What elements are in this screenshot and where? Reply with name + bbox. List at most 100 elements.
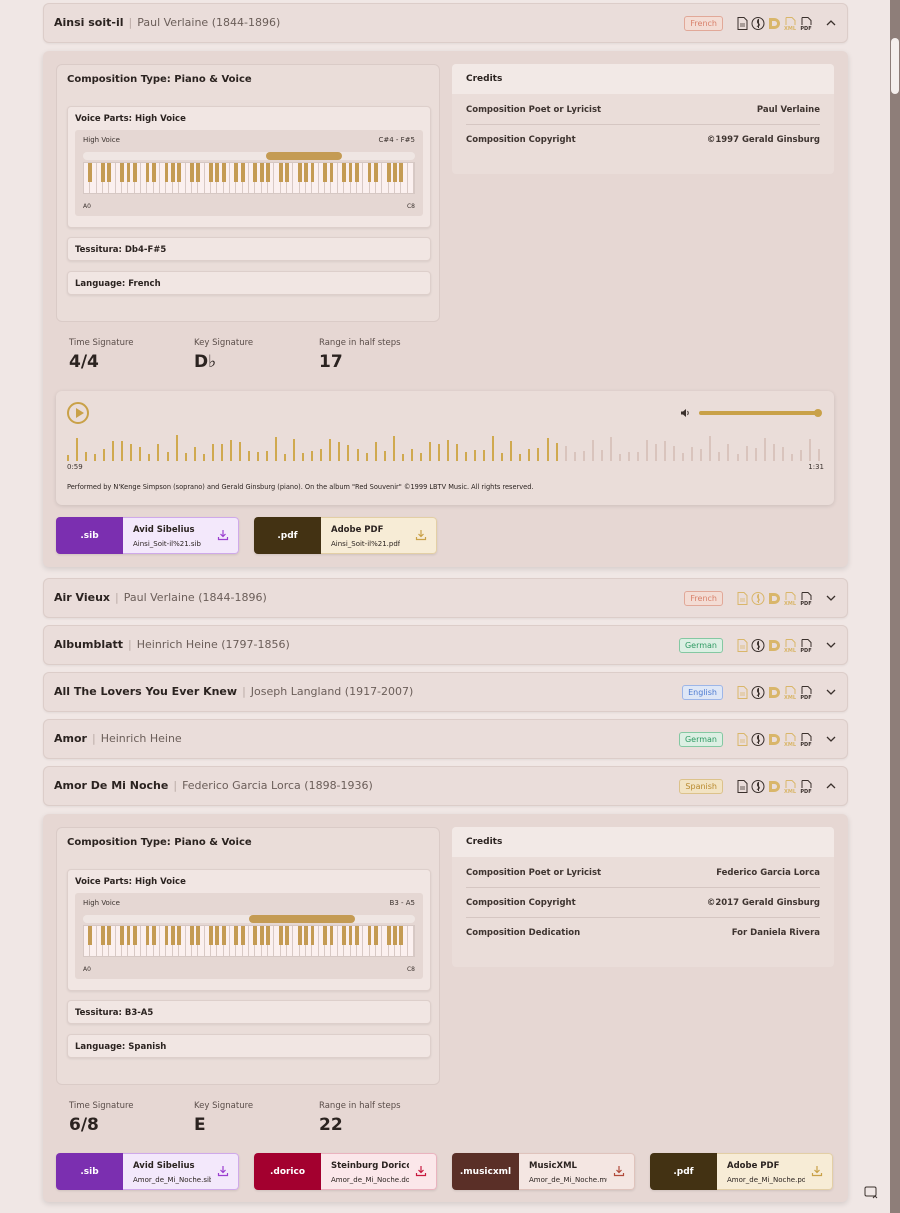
volume-slider[interactable] [699, 409, 822, 417]
black-key [297, 163, 302, 182]
dorico-icon[interactable] [767, 779, 781, 794]
credit-row: Composition Copyright ©2017 Gerald Ginsbu… [466, 888, 820, 918]
download-icon[interactable] [217, 529, 229, 541]
download-musicxml-button[interactable]: .musicxml MusicXML Amor_de_Mi_Noche.musicx… [452, 1153, 635, 1190]
scrollbar[interactable] [890, 0, 900, 1213]
xml-icon[interactable]: XML [783, 591, 797, 606]
dorico-icon[interactable] [767, 16, 781, 31]
song-row-amor-de-mi-noche[interactable]: Amor De Mi Noche | Federico Garcia Lorca (… [43, 766, 848, 806]
treble-clef-icon[interactable] [751, 16, 765, 31]
chevron-down-icon[interactable] [825, 686, 837, 698]
download-icon[interactable] [217, 1165, 229, 1177]
black-key [354, 926, 359, 945]
pdf-icon[interactable]: PDF [799, 591, 813, 606]
download-dorico-button[interactable]: .dorico Steinburg Dorico Amor_de_Mi_Noche.… [254, 1153, 437, 1190]
white-key [408, 926, 414, 956]
waveform-bar [121, 440, 124, 461]
voice-parts-label: Voice Parts: High Voice [75, 114, 186, 124]
chevron-up-icon[interactable] [825, 17, 837, 29]
download-icon[interactable] [415, 1165, 427, 1177]
stat-value: 17 [319, 352, 343, 372]
volume-icon[interactable] [680, 408, 691, 418]
download-sib-button[interactable]: .sib Avid Sibelius Amor_de_Mi_Noche.sib [56, 1153, 239, 1190]
download-sib-button[interactable]: .sib Avid Sibelius Ainsi_Soit-il%21.sib [56, 517, 239, 554]
credit-value: Paul Verlaine [756, 105, 820, 115]
pdf-icon[interactable]: PDF [799, 732, 813, 747]
document-icon[interactable] [735, 779, 749, 794]
document-icon[interactable] [735, 591, 749, 606]
document-icon[interactable] [735, 732, 749, 747]
waveform-bar [691, 447, 694, 461]
waveform-bar [419, 452, 422, 461]
waveform-bar [112, 440, 115, 461]
chevron-down-icon[interactable] [825, 639, 837, 651]
song-title: Albumblatt [54, 638, 124, 651]
lowest-note: A0 [83, 966, 91, 973]
file-extension: .sib [56, 517, 123, 554]
document-icon[interactable] [735, 685, 749, 700]
song-row-ainsi-soit-il[interactable]: Ainsi soit-il | Paul Verlaine (1844-1896) … [43, 3, 848, 43]
document-icon[interactable] [735, 638, 749, 653]
dorico-icon[interactable] [767, 685, 781, 700]
xml-icon[interactable]: XML [783, 779, 797, 794]
chevron-down-icon[interactable] [825, 733, 837, 745]
waveform[interactable] [67, 435, 827, 461]
waveform-bar [682, 453, 685, 461]
download-pdf-button[interactable]: .pdf Adobe PDF Amor_de_Mi_Noche.pdf [650, 1153, 833, 1190]
pdf-icon[interactable]: PDF [799, 779, 813, 794]
black-key [304, 163, 308, 182]
credits-title: Credits [466, 74, 503, 84]
treble-clef-icon[interactable] [751, 638, 765, 653]
download-icon[interactable] [415, 529, 427, 541]
play-button[interactable] [67, 402, 89, 424]
scroll-to-top-icon[interactable] [864, 1186, 878, 1199]
xml-icon[interactable]: XML [783, 732, 797, 747]
chevron-up-icon[interactable] [825, 780, 837, 792]
piano-keyboard [83, 925, 415, 957]
song-list: Ainsi soit-il | Paul Verlaine (1844-1896) … [0, 0, 890, 1213]
treble-clef-icon[interactable] [751, 685, 765, 700]
xml-icon[interactable]: XML [783, 16, 797, 31]
dorico-icon[interactable] [767, 732, 781, 747]
format-name: Adobe PDF [727, 1161, 780, 1171]
treble-clef-icon[interactable] [751, 591, 765, 606]
waveform-bar [94, 454, 97, 461]
black-key [234, 926, 239, 945]
download-icon[interactable] [613, 1165, 625, 1177]
dorico-icon[interactable] [767, 638, 781, 653]
song-row-amor[interactable]: Amor | Heinrich Heine German XML PDF [43, 719, 848, 759]
key-signature: Key Signature D♭ [194, 338, 253, 372]
download-pdf-button[interactable]: .pdf Adobe PDF Ainsi_Soit-il%21.pdf [254, 517, 437, 554]
song-row-air-vieux[interactable]: Air Vieux | Paul Verlaine (1844-1896) Fren… [43, 578, 848, 618]
credit-label: Composition Copyright [466, 898, 576, 908]
chevron-down-icon[interactable] [825, 592, 837, 604]
pdf-icon[interactable]: PDF [799, 685, 813, 700]
waveform-bar [600, 450, 603, 461]
black-key [164, 926, 169, 945]
document-icon[interactable] [735, 16, 749, 31]
black-key [297, 926, 302, 945]
pdf-icon[interactable]: PDF [799, 16, 813, 31]
song-heading: Ainsi soit-il | Paul Verlaine (1844-1896) [54, 16, 280, 29]
waveform-bar [673, 446, 676, 461]
waveform-bar [727, 443, 730, 461]
download-icon[interactable] [811, 1165, 823, 1177]
pdf-label: PDF [800, 789, 811, 794]
xml-icon[interactable]: XML [783, 685, 797, 700]
pdf-icon[interactable]: PDF [799, 638, 813, 653]
song-heading: All The Lovers You Ever Knew | Joseph Lang… [54, 685, 413, 698]
treble-clef-icon[interactable] [751, 732, 765, 747]
song-row-all-the-lovers[interactable]: All The Lovers You Ever Knew | Joseph Lang… [43, 672, 848, 712]
file-name: Amor_de_Mi_Noche.pdf [727, 1176, 805, 1184]
dorico-icon[interactable] [767, 591, 781, 606]
treble-clef-icon[interactable] [751, 779, 765, 794]
xml-label: XML [784, 601, 797, 606]
song-row-albumblatt[interactable]: Albumblatt | Heinrich Heine (1797-1856) Ge… [43, 625, 848, 665]
waveform-bar [501, 453, 504, 461]
language-badge: Spanish [679, 779, 723, 794]
scrollbar-thumb[interactable] [891, 38, 899, 94]
performance-credit: Performed by N'Kenge Simpson (soprano) a… [67, 483, 534, 491]
xml-icon[interactable]: XML [783, 638, 797, 653]
waveform-bar [139, 446, 142, 461]
black-key [209, 163, 213, 182]
